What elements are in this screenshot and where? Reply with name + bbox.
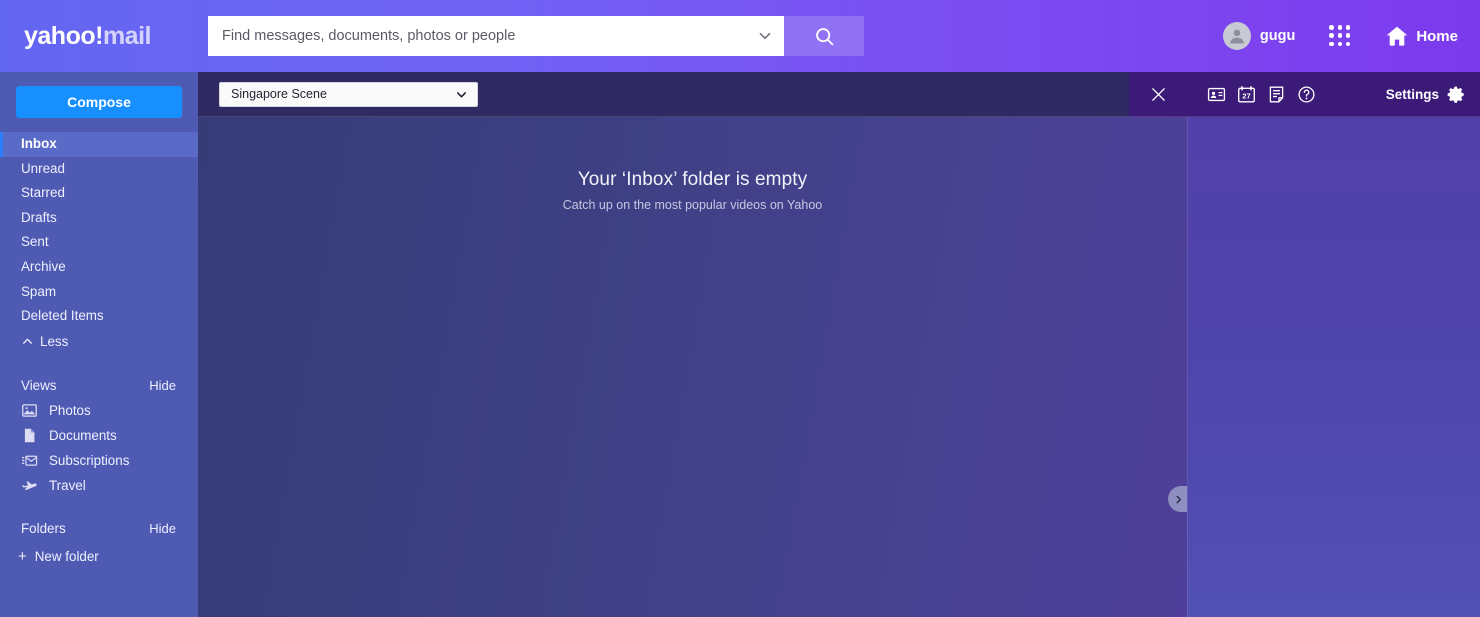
home-button[interactable]: Home	[1385, 24, 1458, 48]
search-expand-chevron-down-icon[interactable]	[756, 27, 774, 45]
sidebar-item-label: Photos	[49, 402, 91, 418]
sidebar-item-drafts[interactable]: Drafts	[0, 206, 198, 231]
sidebar-item-archive[interactable]: Archive	[0, 255, 198, 280]
right-panel-content	[1187, 117, 1480, 617]
search-placeholder: Find messages, documents, photos or peop…	[222, 27, 516, 44]
plus-icon: +	[18, 548, 27, 566]
search-input[interactable]: Find messages, documents, photos or peop…	[208, 16, 784, 56]
airplane-icon	[21, 477, 38, 494]
sidebar-item-deleted-items[interactable]: Deleted Items	[0, 304, 198, 329]
settings-button[interactable]: Settings	[1386, 85, 1466, 104]
photos-icon	[21, 402, 38, 419]
sidebar-less-label: Less	[40, 333, 69, 349]
apps-grid-icon[interactable]	[1329, 25, 1351, 47]
sidebar-item-sent[interactable]: Sent	[0, 230, 198, 255]
folders-section-header: Folders Hide	[0, 517, 198, 541]
calendar-day-badge: 27	[1242, 92, 1250, 101]
compose-button[interactable]: Compose	[16, 86, 182, 118]
sidebar-item-label: Documents	[49, 427, 117, 443]
right-panel: 27 Settings	[1187, 72, 1480, 617]
account-menu[interactable]: gugu	[1222, 22, 1296, 50]
sidebar-item-spam[interactable]: Spam	[0, 280, 198, 305]
empty-state-subtitle: Catch up on the most popular videos on Y…	[562, 198, 823, 212]
sidebar-item-starred[interactable]: Starred	[0, 181, 198, 206]
document-icon	[21, 427, 38, 444]
close-button[interactable]	[1129, 72, 1187, 117]
close-icon	[1151, 88, 1165, 101]
scene-select-value: Singapore Scene	[231, 87, 327, 102]
logo-bang: !	[95, 21, 103, 50]
chevron-right-icon	[1176, 495, 1181, 503]
search-area: Find messages, documents, photos or peop…	[208, 16, 864, 56]
yahoo-mail-logo[interactable]: yahoo!mail	[24, 21, 174, 50]
sidebar: Compose Inbox Unread Starred Drafts Sent…	[0, 72, 198, 617]
folders-hide-link[interactable]: Hide	[149, 521, 176, 536]
account-name: gugu	[1259, 28, 1296, 44]
views-section-header: Views Hide	[0, 374, 198, 398]
sidebar-item-label: Spam	[21, 283, 56, 299]
scene-select[interactable]: Singapore Scene	[219, 82, 478, 107]
sidebar-item-subscriptions[interactable]: Subscriptions	[0, 448, 198, 473]
views-hide-link[interactable]: Hide	[149, 378, 176, 393]
sidebar-item-label: Deleted Items	[21, 308, 104, 324]
logo-suffix: mail	[102, 21, 152, 50]
gear-icon	[1447, 86, 1464, 103]
empty-state: Your ‘Inbox’ folder is empty Catch up on…	[198, 117, 1187, 617]
sidebar-item-label: Archive	[21, 258, 66, 274]
sidebar-item-label: Drafts	[21, 209, 57, 225]
empty-state-title: Your ‘Inbox’ folder is empty	[577, 169, 808, 190]
sidebar-item-inbox[interactable]: Inbox	[0, 132, 198, 157]
app-body: Compose Inbox Unread Starred Drafts Sent…	[0, 72, 1480, 617]
person-avatar-icon	[1230, 29, 1244, 44]
settings-label: Settings	[1385, 87, 1439, 102]
home-icon	[1387, 26, 1408, 46]
sidebar-item-label: Unread	[21, 160, 65, 176]
notepad-icon[interactable]	[1265, 84, 1287, 106]
app-header: yahoo!mail Find messages, documents, pho…	[0, 0, 1480, 72]
contacts-card-icon[interactable]	[1205, 84, 1227, 106]
new-folder-label: New folder	[34, 549, 99, 565]
yahoo-mail-app: yahoo!mail Find messages, documents, pho…	[0, 0, 1480, 617]
header-right-controls: gugu Home	[1222, 22, 1458, 50]
folders-title: Folders	[21, 521, 66, 537]
help-question-icon[interactable]	[1295, 84, 1317, 106]
message-list-toolbar: Singapore Scene	[198, 72, 1187, 117]
search-button[interactable]	[784, 16, 864, 56]
new-folder-button[interactable]: + New folder	[0, 544, 198, 570]
sidebar-item-documents[interactable]: Documents	[0, 423, 198, 448]
sidebar-item-unread[interactable]: Unread	[0, 157, 198, 182]
expand-panel-tab[interactable]	[1168, 486, 1187, 512]
calendar-icon[interactable]: 27	[1235, 84, 1257, 106]
subscriptions-envelope-icon	[21, 452, 38, 469]
search-icon	[815, 27, 833, 45]
home-label: Home	[1416, 27, 1458, 45]
message-list-pane: Singapore Scene Your ‘Inbox’ folder is e…	[198, 72, 1187, 617]
sidebar-item-label: Starred	[21, 185, 65, 201]
chevron-up-icon	[23, 338, 32, 345]
views-title: Views	[21, 378, 57, 394]
sidebar-less-toggle[interactable]: Less	[0, 329, 198, 355]
sidebar-item-label: Inbox	[21, 136, 57, 151]
sidebar-item-label: Subscriptions	[49, 452, 130, 468]
logo-brand: yahoo	[24, 21, 96, 50]
sidebar-item-label: Sent	[21, 234, 49, 250]
avatar	[1222, 22, 1251, 50]
chevron-down-icon	[457, 92, 466, 98]
sidebar-item-photos[interactable]: Photos	[0, 398, 198, 423]
right-panel-toolbar: 27 Settings	[1187, 72, 1480, 117]
sidebar-item-label: Travel	[49, 477, 86, 493]
sidebar-item-travel[interactable]: Travel	[0, 473, 198, 498]
